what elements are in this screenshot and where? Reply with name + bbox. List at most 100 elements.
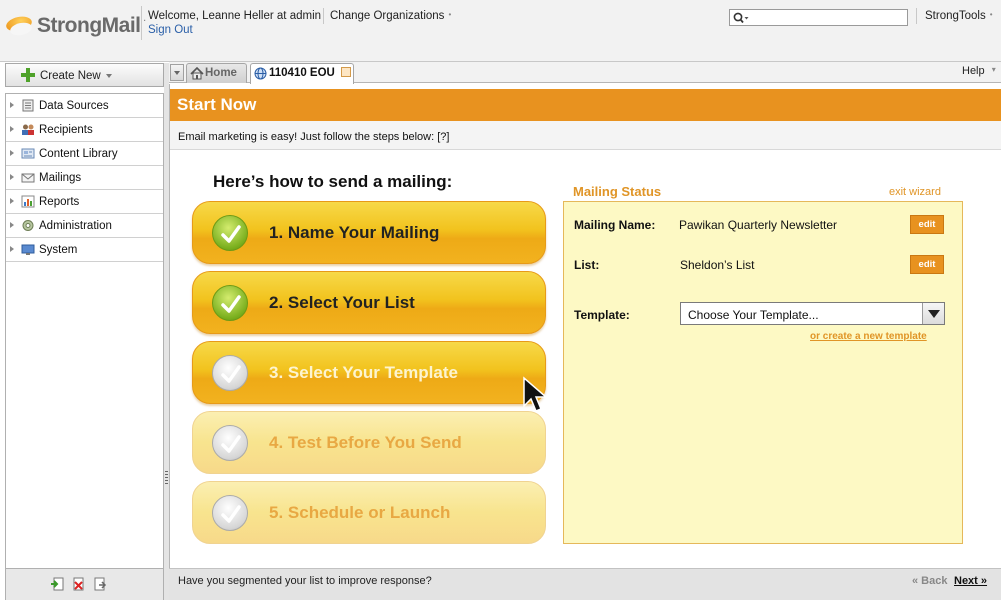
create-template-link[interactable]: or create a new template <box>810 331 927 342</box>
list-label: List: <box>574 258 600 272</box>
strongmail-logo-icon <box>4 14 34 38</box>
step-test-send[interactable]: 4. Test Before You Send <box>192 411 546 474</box>
create-new-label: Create New <box>40 70 101 82</box>
check-icon <box>212 425 248 461</box>
change-organizations-label: Change Organizations <box>330 10 445 22</box>
data-sources-icon <box>22 99 34 112</box>
sidebar-item-label: Recipients <box>39 124 93 136</box>
template-select-value: Choose Your Template... <box>688 308 819 322</box>
edit-list-button[interactable]: edit <box>910 255 944 274</box>
dropdown-arrow-icon[interactable] <box>922 303 944 324</box>
change-organizations-link[interactable]: Change Organizations • <box>330 10 451 22</box>
mailing-name-value: Pawikan Quarterly Newsletter <box>679 218 838 232</box>
recipients-icon <box>22 124 34 135</box>
mailing-status-title: Mailing Status <box>573 184 662 199</box>
globe-icon <box>254 67 267 80</box>
search-input[interactable] <box>729 9 908 26</box>
import-icon[interactable] <box>51 577 64 591</box>
sign-out-link[interactable]: Sign Out <box>148 24 193 36</box>
tab-list-dropdown[interactable] <box>170 64 184 81</box>
check-icon <box>212 355 248 391</box>
chevron-down-icon: • <box>989 10 993 19</box>
header-divider <box>916 8 917 24</box>
step-select-list[interactable]: 2. Select Your List <box>192 271 546 334</box>
intro-bar: Email marketing is easy! Just follow the… <box>170 121 1001 150</box>
tab-mailing-label: 110410 EOU <box>269 67 335 79</box>
help-label: Help <box>962 65 985 77</box>
mailing-name-label: Mailing Name: <box>574 218 656 232</box>
template-label: Template: <box>574 308 630 322</box>
export-icon[interactable] <box>94 577 107 591</box>
step-label: 2. Select Your List <box>269 293 415 312</box>
reports-icon <box>21 195 35 208</box>
expand-arrow-icon[interactable] <box>10 126 14 132</box>
list-value: Sheldon’s List <box>680 258 755 272</box>
chevron-down-icon: • <box>448 10 452 19</box>
step-label: 4. Test Before You Send <box>269 433 462 452</box>
home-icon <box>190 67 204 80</box>
system-icon <box>21 244 35 255</box>
start-now-banner: Start Now <box>170 89 1001 121</box>
header-divider <box>323 8 324 24</box>
create-new-button[interactable]: Create New <box>5 63 164 87</box>
tab-home[interactable]: Home <box>186 63 247 83</box>
sidebar-nav: Data Sources Recipients Content Library … <box>5 93 164 569</box>
footer-bar: Have you segmented your list to improve … <box>169 568 1001 600</box>
sidebar-item-data-sources[interactable]: Data Sources <box>6 94 163 118</box>
next-button[interactable]: Next » <box>954 575 987 587</box>
footer-tip: Have you segmented your list to improve … <box>178 575 432 587</box>
delete-icon[interactable] <box>72 577 85 591</box>
sidebar-item-recipients[interactable]: Recipients <box>6 118 163 142</box>
sidebar-item-system[interactable]: System <box>6 238 163 262</box>
check-icon <box>212 215 248 251</box>
expand-arrow-icon[interactable] <box>10 102 14 108</box>
exit-wizard-link[interactable]: exit wizard <box>889 186 941 198</box>
check-icon <box>212 285 248 321</box>
welcome-text: Welcome, Leanne Heller at admin <box>148 10 322 22</box>
intro-text: Email marketing is easy! Just follow the… <box>178 131 450 143</box>
strongmail-logo: StrongMail. <box>4 14 146 38</box>
strongtools-menu[interactable]: StrongTools • <box>925 10 993 22</box>
mouse-pointer-icon <box>523 376 548 412</box>
close-tab-icon[interactable] <box>341 67 351 77</box>
mailings-icon <box>21 173 35 183</box>
sidebar-item-label: Reports <box>39 196 80 208</box>
back-button[interactable]: « Back <box>912 575 947 587</box>
check-icon <box>212 495 248 531</box>
expand-arrow-icon[interactable] <box>10 246 14 252</box>
sidebar-item-label: Mailings <box>39 172 82 184</box>
step-label: 3. Select Your Template <box>269 363 458 382</box>
sidebar-item-label: System <box>39 244 78 256</box>
expand-arrow-icon[interactable] <box>10 198 14 204</box>
sidebar-item-content-library[interactable]: Content Library <box>6 142 163 166</box>
page-title: Start Now <box>177 95 257 114</box>
strongtools-label: StrongTools <box>925 10 986 22</box>
content-library-icon <box>21 148 35 159</box>
step-select-template[interactable]: 3. Select Your Template <box>192 341 546 404</box>
search-icon <box>733 12 749 24</box>
administration-icon <box>22 220 34 231</box>
step-schedule-launch[interactable]: 5. Schedule or Launch <box>192 481 546 544</box>
sidebar-item-label: Content Library <box>39 148 118 160</box>
sidebar-item-mailings[interactable]: Mailings <box>6 166 163 190</box>
chevron-down-icon: ▾ <box>991 65 996 74</box>
expand-arrow-icon[interactable] <box>10 150 14 156</box>
edit-mailing-name-button[interactable]: edit <box>910 215 944 234</box>
step-name-mailing[interactable]: 1. Name Your Mailing <box>192 201 546 264</box>
sidebar-item-label: Data Sources <box>39 100 109 112</box>
tab-mailing[interactable]: 110410 EOU <box>250 63 354 84</box>
sidebar-item-administration[interactable]: Administration <box>6 214 163 238</box>
mailing-status-panel <box>563 201 963 544</box>
expand-arrow-icon[interactable] <box>10 222 14 228</box>
sidebar-toolbar <box>5 569 164 600</box>
expand-arrow-icon[interactable] <box>10 174 14 180</box>
step-label: 5. Schedule or Launch <box>269 503 451 522</box>
sidebar-item-reports[interactable]: Reports <box>6 190 163 214</box>
splitter-grip-icon[interactable] <box>165 471 168 485</box>
template-select[interactable]: Choose Your Template... <box>680 302 945 325</box>
tab-home-label: Home <box>205 67 237 79</box>
help-menu[interactable]: Help ▾ <box>962 65 996 77</box>
logo-text: StrongMail <box>37 14 141 37</box>
howto-heading: Here’s how to send a mailing: <box>213 172 453 191</box>
sidebar-item-label: Administration <box>39 220 112 232</box>
